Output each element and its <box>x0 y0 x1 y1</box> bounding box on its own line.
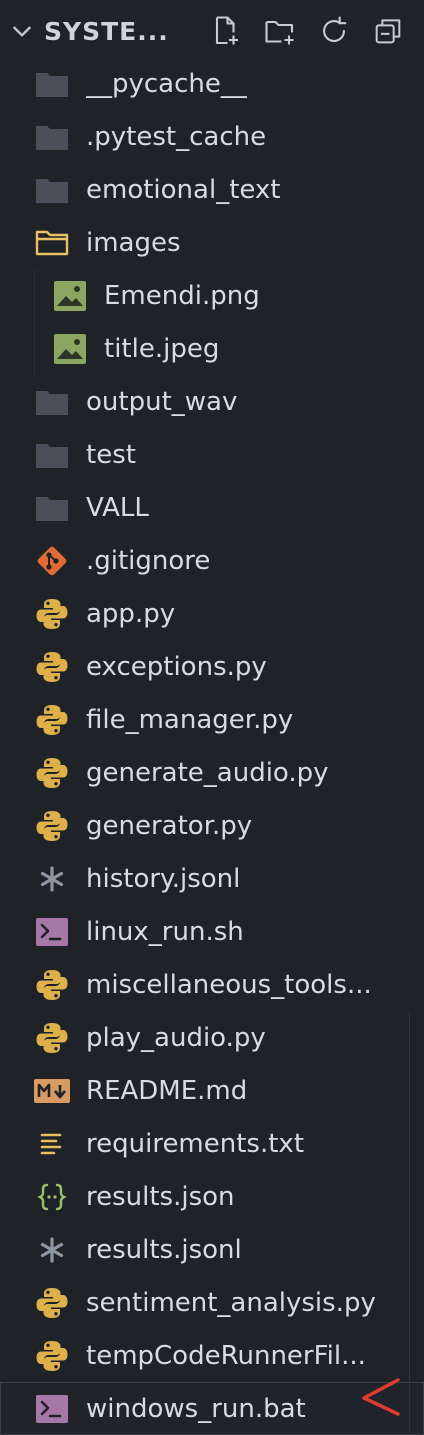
file-tree-item[interactable]: results.jsonl <box>0 1223 424 1276</box>
file-tree-item[interactable]: images <box>0 216 424 269</box>
image-file-icon <box>50 276 90 316</box>
file-tree-item[interactable]: generator.py <box>0 799 424 852</box>
file-tree-item-label: .gitignore <box>86 545 211 576</box>
folder-icon <box>32 64 72 104</box>
new-file-icon[interactable] <box>206 11 246 51</box>
python-icon <box>32 700 72 740</box>
file-tree-item[interactable]: app.py <box>0 587 424 640</box>
folder-icon <box>32 382 72 422</box>
file-tree-item[interactable]: exceptions.py <box>0 640 424 693</box>
file-tree-item[interactable]: Emendi.png <box>0 269 424 322</box>
file-tree-item-label: generator.py <box>86 810 253 841</box>
terminal-icon <box>32 1389 72 1429</box>
file-tree-item-label: windows_run.bat <box>86 1393 306 1424</box>
file-tree-item[interactable]: requirements.txt <box>0 1117 424 1170</box>
python-icon <box>32 1018 72 1058</box>
red-arrow-marker-icon <box>358 1376 404 1422</box>
file-tree-item-label: results.jsonl <box>86 1234 242 1265</box>
python-icon <box>32 647 72 687</box>
file-tree-item-label: exceptions.py <box>86 651 267 682</box>
file-tree-item-label: results.json <box>86 1181 235 1212</box>
file-tree-item[interactable]: file_manager.py <box>0 693 424 746</box>
file-tree-item-label: file_manager.py <box>86 704 294 735</box>
file-tree-item-label: app.py <box>86 598 176 629</box>
file-tree-item[interactable]: tempCodeRunnerFil... <box>0 1329 424 1382</box>
git-icon <box>32 541 72 581</box>
file-tree-item-label: images <box>86 227 181 258</box>
python-icon <box>32 1283 72 1323</box>
file-tree-item-label: __pycache__ <box>86 68 247 99</box>
file-tree-item[interactable]: miscellaneous_tools... <box>0 958 424 1011</box>
collapse-all-icon[interactable] <box>368 11 408 51</box>
file-tree-item[interactable]: output_wav <box>0 375 424 428</box>
file-tree-item-label: .pytest_cache <box>86 121 267 152</box>
file-tree-item[interactable]: generate_audio.py <box>0 746 424 799</box>
folder-icon <box>32 170 72 210</box>
file-tree-item[interactable]: __pycache__ <box>0 57 424 110</box>
file-tree-item[interactable]: .gitignore <box>0 534 424 587</box>
file-tree-item-label: generate_audio.py <box>86 757 329 788</box>
file-tree-item-label: title.jpeg <box>104 333 220 364</box>
markdown-icon <box>32 1071 72 1111</box>
python-icon <box>32 1336 72 1376</box>
file-tree-item-label: VALL <box>86 492 149 523</box>
file-tree-item-label: miscellaneous_tools... <box>86 969 372 1000</box>
text-file-icon <box>32 1124 72 1164</box>
folder-open-icon <box>32 223 72 263</box>
file-tree-item[interactable]: .pytest_cache <box>0 110 424 163</box>
file-tree-item-label: output_wav <box>86 386 238 417</box>
json-icon <box>32 1177 72 1217</box>
file-tree-item-label: history.jsonl <box>86 863 241 894</box>
file-tree-item-label: tempCodeRunnerFil... <box>86 1340 366 1371</box>
folder-icon <box>32 435 72 475</box>
indent-guide <box>34 322 35 375</box>
section-title[interactable]: SYSTE... <box>44 17 174 46</box>
file-tree-item-label: test <box>86 439 136 470</box>
file-tree-item[interactable]: test <box>0 428 424 481</box>
file-tree-item[interactable]: VALL <box>0 481 424 534</box>
file-tree-item[interactable]: results.json <box>0 1170 424 1223</box>
explorer-header: SYSTE... <box>0 0 424 62</box>
file-tree-item[interactable]: history.jsonl <box>0 852 424 905</box>
file-tree-item-label: play_audio.py <box>86 1022 266 1053</box>
file-tree-item[interactable]: title.jpeg <box>0 322 424 375</box>
scrollbar[interactable] <box>409 1012 424 1432</box>
file-tree-item-label: emotional_text <box>86 174 281 205</box>
chevron-down-icon[interactable] <box>0 0 44 62</box>
file-tree-item-label: Emendi.png <box>104 280 260 311</box>
file-tree-item[interactable]: README.md <box>0 1064 424 1117</box>
folder-icon <box>32 117 72 157</box>
new-folder-icon[interactable] <box>260 11 300 51</box>
asterisk-icon <box>32 1230 72 1270</box>
python-icon <box>32 806 72 846</box>
python-icon <box>32 594 72 634</box>
file-tree-item-label: linux_run.sh <box>86 916 244 947</box>
python-icon <box>32 753 72 793</box>
file-tree-item[interactable]: sentiment_analysis.py <box>0 1276 424 1329</box>
file-tree-item[interactable]: emotional_text <box>0 163 424 216</box>
file-tree: __pycache__ .pytest_cache emotional_textim… <box>0 57 424 1435</box>
asterisk-icon <box>32 859 72 899</box>
file-tree-item-label: README.md <box>86 1075 248 1106</box>
file-tree-item[interactable]: play_audio.py <box>0 1011 424 1064</box>
image-file-icon <box>50 329 90 369</box>
refresh-icon[interactable] <box>314 11 354 51</box>
explorer-actions <box>206 11 408 51</box>
python-icon <box>32 965 72 1005</box>
file-tree-item-label: sentiment_analysis.py <box>86 1287 376 1318</box>
terminal-icon <box>32 912 72 952</box>
folder-icon <box>32 488 72 528</box>
file-tree-item-label: requirements.txt <box>86 1128 305 1159</box>
file-tree-item[interactable]: linux_run.sh <box>0 905 424 958</box>
indent-guide <box>34 269 35 322</box>
